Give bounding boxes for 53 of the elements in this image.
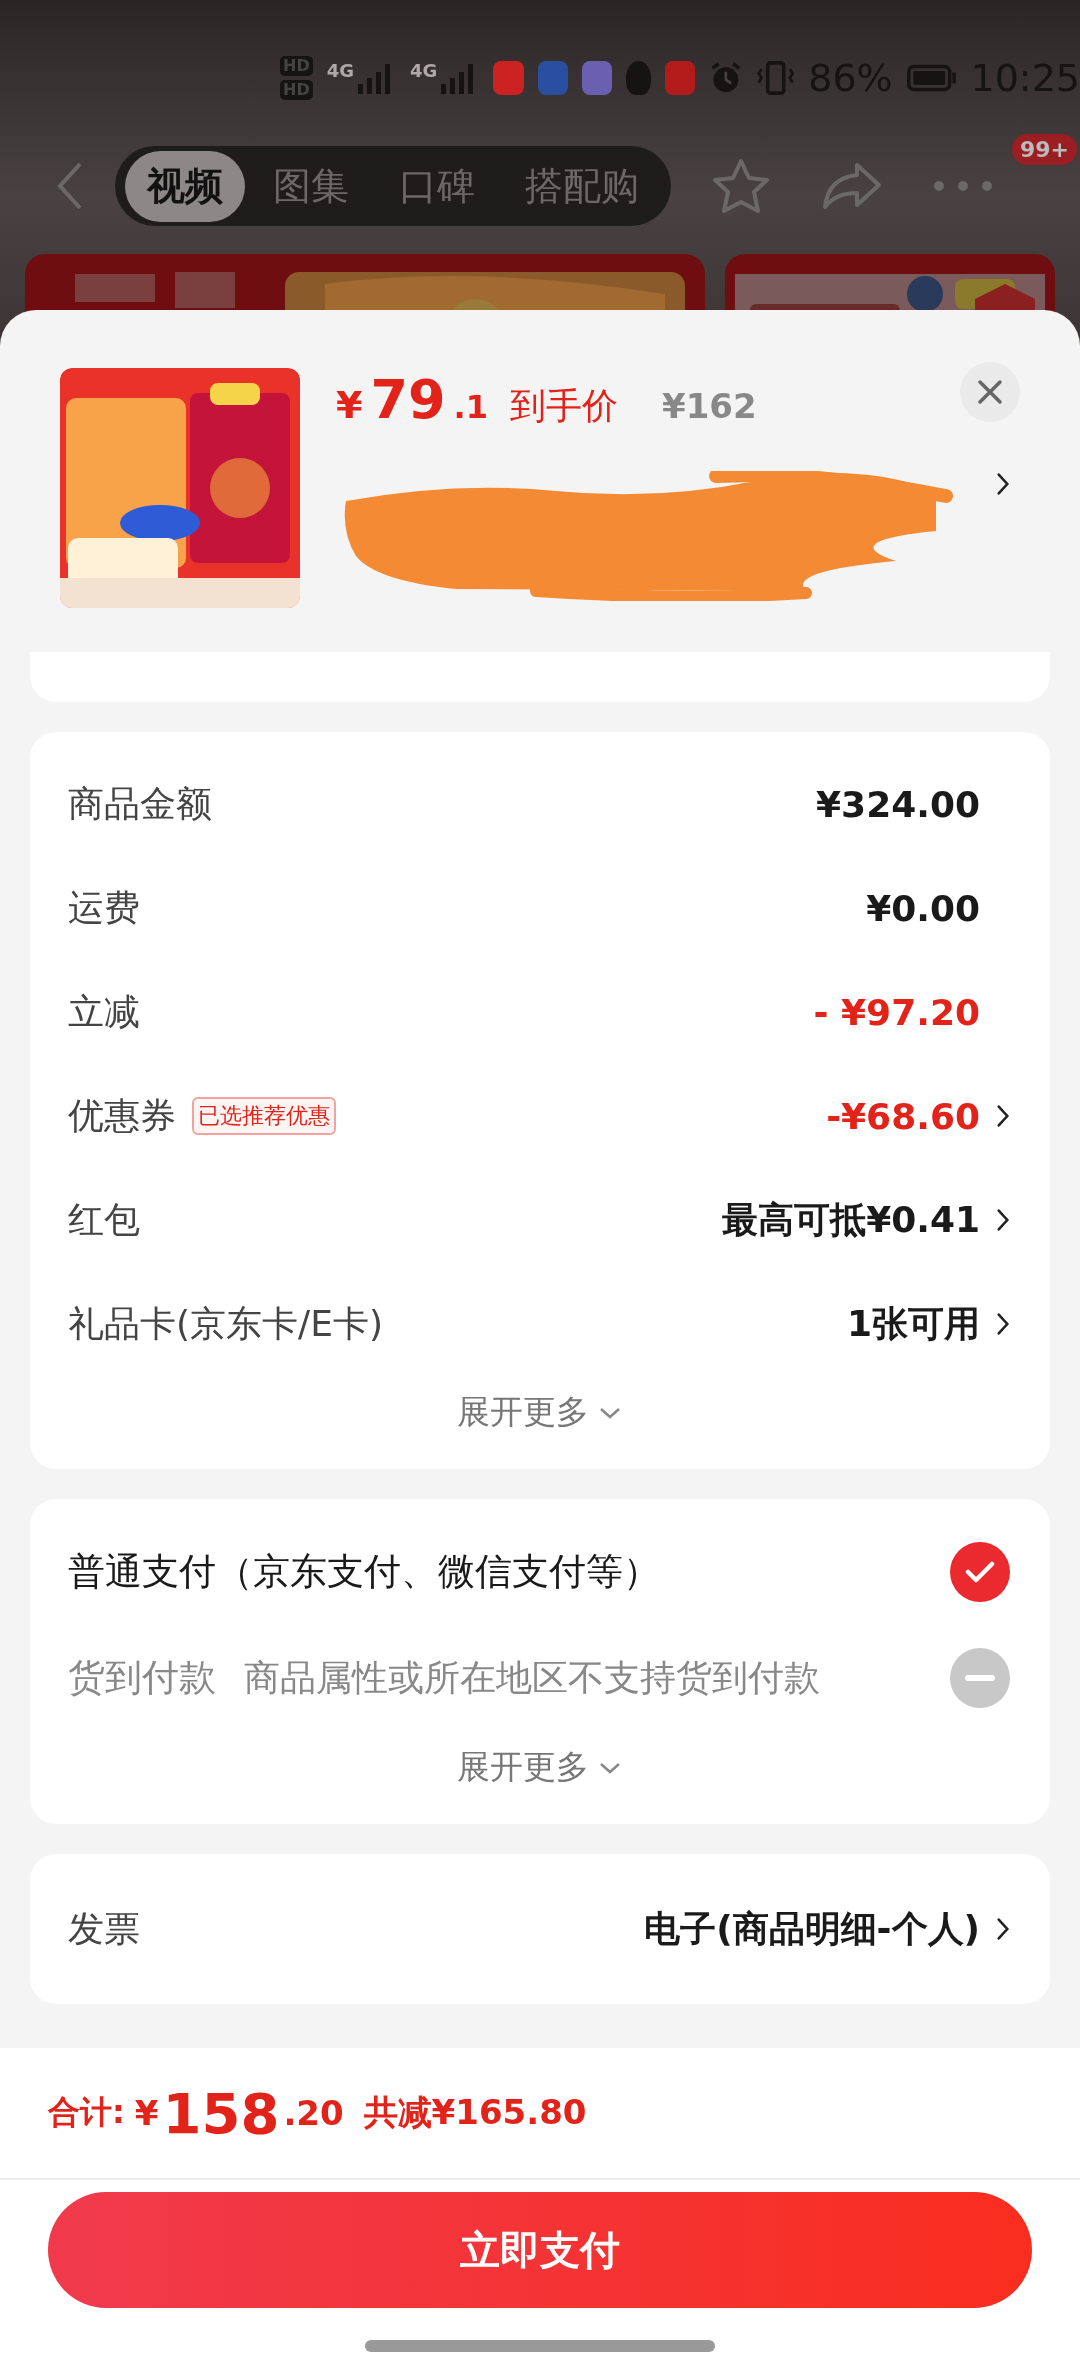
app-icon bbox=[537, 61, 568, 95]
fee-label: 运费 bbox=[68, 885, 140, 930]
total-integer: 158 bbox=[162, 2080, 280, 2146]
tab[interactable]: 图集 bbox=[251, 150, 371, 222]
fee-label: 优惠券 bbox=[68, 1093, 176, 1138]
app-icon bbox=[581, 61, 612, 95]
coupon-tag: 已选推荐优惠 bbox=[192, 1097, 336, 1135]
chevron-icon[interactable] bbox=[996, 472, 1010, 496]
fee-value[interactable]: -¥68.60 bbox=[826, 1095, 980, 1137]
app-icon bbox=[493, 61, 524, 95]
star-icon[interactable] bbox=[711, 157, 771, 215]
close-icon bbox=[977, 379, 1003, 405]
savings-text: 共减¥165.80 bbox=[363, 2091, 587, 2134]
original-price: ¥162 bbox=[662, 386, 757, 426]
fee-value: ¥0.00 bbox=[866, 887, 980, 929]
price-label: 到手价 bbox=[510, 384, 619, 428]
chevron-icon[interactable] bbox=[996, 1104, 1010, 1128]
total-decimal: .20 bbox=[283, 2093, 344, 2133]
fee-label: 礼品卡(京东卡/E卡) bbox=[68, 1301, 383, 1346]
payment-option[interactable]: 普通支付（京东支付、微信支付等） bbox=[68, 1547, 660, 1597]
chevron-icon[interactable] bbox=[996, 1208, 1010, 1232]
invoice-value[interactable]: 电子(商品明细-个人) bbox=[644, 1904, 980, 1954]
payment-note: 商品属性或所在地区不支持货到付款 bbox=[244, 1655, 820, 1700]
total-currency: ¥ bbox=[134, 2093, 159, 2133]
network-label: 4G bbox=[410, 60, 438, 81]
expand-more-button[interactable]: 展开更多 bbox=[457, 1376, 621, 1449]
total-label: 合计: bbox=[48, 2092, 125, 2133]
notification-badge: 99+ bbox=[1012, 134, 1078, 165]
fee-value: ¥324.00 bbox=[816, 783, 980, 825]
chevron-down-icon bbox=[599, 1761, 621, 1774]
tab[interactable]: 视频 bbox=[125, 150, 245, 222]
chevron-icon[interactable] bbox=[996, 1917, 1010, 1941]
fee-label: 红包 bbox=[68, 1197, 140, 1242]
pay-now-button[interactable]: 立即支付 bbox=[48, 2192, 1032, 2308]
expand-more-button[interactable]: 展开更多 bbox=[457, 1731, 621, 1804]
price-decimal: .1 bbox=[453, 388, 489, 426]
tab[interactable]: 口碑 bbox=[377, 150, 497, 222]
vibrate-icon bbox=[756, 58, 795, 98]
battery-icon bbox=[906, 63, 957, 93]
fee-value[interactable]: 最高可抵¥0.41 bbox=[722, 1195, 980, 1245]
price-integer: 79 bbox=[370, 368, 446, 431]
tab[interactable]: 搭配购 bbox=[503, 150, 661, 222]
fee-label: 立减 bbox=[68, 989, 140, 1034]
check-icon[interactable] bbox=[950, 1542, 1010, 1602]
fee-label: 商品金额 bbox=[68, 781, 212, 826]
fee-value[interactable]: 1张可用 bbox=[846, 1299, 980, 1349]
chevron-icon[interactable] bbox=[996, 1312, 1010, 1336]
price-currency: ¥ bbox=[336, 383, 363, 427]
fee-value: - ¥97.20 bbox=[813, 991, 980, 1033]
app-icon bbox=[664, 61, 696, 95]
invoice-label: 发票 bbox=[68, 1906, 140, 1951]
network-label: 4G bbox=[326, 60, 354, 81]
chevron-down-icon bbox=[599, 1406, 621, 1419]
